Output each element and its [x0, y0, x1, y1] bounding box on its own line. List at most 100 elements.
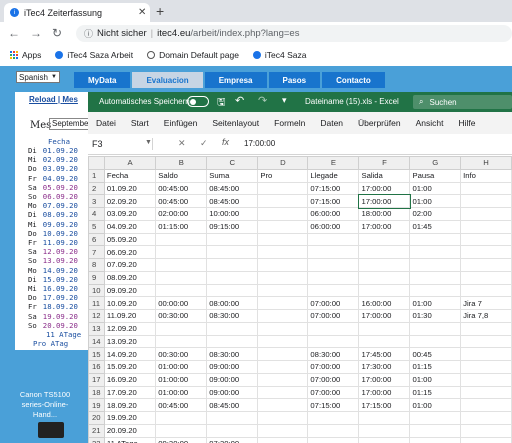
cell[interactable]: 04.09.20 [103, 219, 157, 234]
row-header[interactable]: 4 [88, 207, 105, 221]
cell[interactable] [460, 423, 512, 438]
cell[interactable]: Llegade [307, 168, 360, 183]
cell[interactable] [155, 283, 208, 298]
autosave-toggle[interactable] [187, 96, 209, 107]
cell[interactable]: 07:00:00 [307, 296, 360, 310]
row-header[interactable]: 12 [88, 309, 105, 323]
cell[interactable]: 08:30:00 [206, 347, 259, 361]
printer-icon[interactable] [38, 422, 64, 438]
cell[interactable] [206, 245, 259, 259]
date-row[interactable]: Sa 12.09.20 [28, 247, 78, 256]
row-header[interactable]: 7 [88, 245, 105, 259]
cell[interactable] [358, 334, 411, 349]
sheet-table[interactable]: ABCDEFGH 1 Fecha Saldo Suma Pro Llegade Salida… [88, 156, 512, 443]
row-header[interactable]: 6 [88, 232, 105, 247]
ribbon-tab-6[interactable]: Überprüfen [358, 118, 401, 128]
cell[interactable]: 17:00:00 [358, 219, 411, 234]
cell[interactable] [409, 283, 462, 298]
row-header[interactable]: 11 [88, 296, 105, 310]
cell[interactable] [409, 232, 462, 247]
date-row[interactable]: Do 17.09.20 [28, 293, 78, 302]
cell[interactable]: 01:00:00 [155, 360, 208, 374]
month-select[interactable]: Septembe [49, 118, 89, 130]
language-select[interactable]: Spanish ▼ [16, 71, 60, 83]
cell[interactable]: 08:30:00 [206, 309, 259, 323]
date-row[interactable]: So 13.09.20 [28, 256, 78, 265]
row-header[interactable]: 16 [88, 360, 105, 374]
cell[interactable]: 19.09.20 [103, 411, 157, 425]
row-header[interactable]: 17 [88, 372, 105, 387]
row-header[interactable]: 10 [88, 283, 105, 298]
cell[interactable] [460, 372, 512, 387]
formula-value[interactable]: 17:00:00 [244, 139, 275, 148]
cell[interactable] [358, 283, 411, 298]
cell[interactable]: 09:00:00 [206, 385, 259, 400]
cell[interactable]: 00:30:00 [155, 309, 208, 323]
cell[interactable] [257, 296, 309, 310]
bookmark-itec4-saza[interactable]: iTec4 Saza [252, 50, 307, 60]
cell[interactable] [358, 436, 411, 443]
cell[interactable]: 18:00:00 [358, 207, 411, 221]
cell[interactable] [257, 411, 309, 425]
date-row[interactable]: Mi 02.09.20 [28, 155, 78, 164]
cell[interactable]: 01:00 [409, 181, 462, 196]
cell[interactable] [155, 334, 208, 349]
cell[interactable]: 01:00 [409, 372, 462, 387]
cell[interactable] [257, 347, 309, 361]
cell[interactable]: 03.09.20 [103, 207, 157, 221]
cell[interactable]: 07:15:00 [307, 181, 360, 196]
date-row[interactable]: Fr 18.09.20 [28, 302, 78, 311]
save-icon[interactable]: 🖫 [217, 95, 226, 112]
cell[interactable] [257, 372, 309, 387]
cell[interactable]: 09:30:00 [155, 436, 208, 443]
column-header[interactable]: A [103, 156, 157, 170]
cell[interactable] [206, 270, 259, 285]
check-icon[interactable]: ✓ [200, 138, 208, 149]
cell[interactable]: 17:30:00 [358, 360, 411, 374]
cell[interactable]: Info [460, 168, 512, 183]
cell[interactable]: 09.09.20 [103, 283, 157, 298]
cell[interactable] [206, 423, 259, 438]
cell[interactable] [358, 245, 411, 259]
cell[interactable]: 07:00:00 [307, 372, 360, 387]
back-arrow-icon[interactable]: ← [8, 26, 20, 40]
cell[interactable]: 01:00:00 [155, 372, 208, 387]
cell[interactable]: 00:30:00 [155, 347, 208, 361]
date-row[interactable]: Di 01.09.20 [28, 146, 78, 155]
date-row[interactable]: Mi 16.09.20 [28, 284, 78, 293]
cell[interactable]: 07:15:00 [307, 194, 360, 208]
cell[interactable] [460, 270, 512, 285]
cell[interactable]: Saldo [155, 168, 208, 183]
cell[interactable]: 17:00:00 [358, 372, 411, 387]
cell[interactable]: 01.09.20 [103, 181, 157, 196]
row-header[interactable]: 14 [88, 334, 105, 349]
cell[interactable]: 08:45:00 [206, 194, 259, 208]
column-header[interactable]: F [358, 156, 411, 170]
cell[interactable] [257, 219, 309, 234]
cell[interactable]: 17:00:00 [358, 385, 411, 400]
cell[interactable] [307, 411, 360, 425]
cell[interactable]: 02:00:00 [155, 207, 208, 221]
cell[interactable]: 06.09.20 [103, 245, 157, 259]
cell[interactable] [307, 436, 360, 443]
chevron-down-icon[interactable]: ▼ [145, 139, 152, 146]
date-row[interactable]: So 20.09.20 [28, 321, 78, 330]
site-nav-item-1[interactable]: Evaluacion [132, 72, 203, 88]
site-nav-item-3[interactable]: Pasos [268, 72, 321, 88]
cell[interactable] [460, 398, 512, 412]
cell[interactable] [460, 232, 512, 247]
cell[interactable]: 00:00:00 [155, 296, 208, 310]
cell[interactable] [206, 321, 259, 336]
cell[interactable]: 01:45 [409, 219, 462, 234]
cell[interactable] [307, 423, 360, 438]
cell[interactable]: 01:15 [409, 385, 462, 400]
cell[interactable]: 08:00:00 [206, 296, 259, 310]
cell[interactable]: Jira 7 [460, 296, 512, 310]
cell[interactable] [460, 347, 512, 361]
mes-link[interactable]: Mes [62, 95, 78, 104]
cell[interactable] [409, 436, 462, 443]
cell[interactable] [257, 181, 309, 196]
cell[interactable]: 00:45 [409, 347, 462, 361]
undo-icon[interactable]: ↶ [235, 94, 244, 107]
ribbon-tab-8[interactable]: Hilfe [458, 118, 475, 128]
